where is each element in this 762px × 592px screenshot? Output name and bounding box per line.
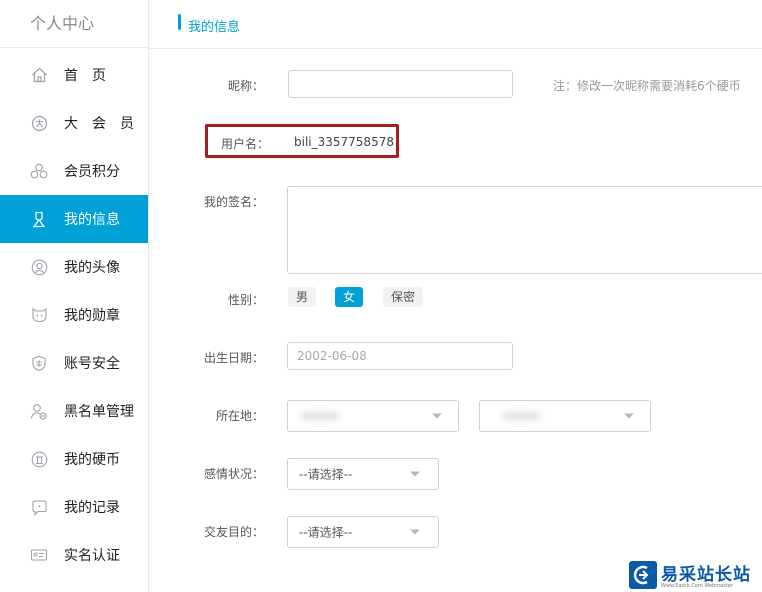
- chevron-down-icon: [624, 413, 634, 419]
- sidebar-item-label: 会员积分: [64, 164, 120, 180]
- blacklist-icon: [30, 402, 48, 420]
- sidebar-item-home[interactable]: 首 页: [0, 51, 148, 99]
- nickname-hint: 注：修改一次昵称需要消耗6个硬币: [553, 79, 741, 93]
- city-value-blurred: [502, 411, 542, 421]
- sidebar-item-vip[interactable]: 大会员: [0, 99, 148, 147]
- signature-label: 我的签名：: [204, 195, 265, 209]
- sidebar-item-points[interactable]: 会员积分: [0, 147, 148, 195]
- sidebar-item-label: 我的信息: [64, 212, 120, 228]
- username-label: 用户名：: [221, 137, 270, 151]
- birthday-value: 2002-06-08: [297, 349, 367, 363]
- sidebar-item-medal[interactable]: 我的勋章: [0, 291, 148, 339]
- sidebar-item-label: 实名认证: [64, 548, 120, 564]
- sidebar-item-realname[interactable]: 实名认证: [0, 531, 148, 579]
- sidebar-item-label: 大会员: [64, 116, 148, 132]
- gender-label: 性别：: [228, 293, 265, 307]
- sidebar-item-avatar[interactable]: 我的头像: [0, 243, 148, 291]
- sidebar-item-label: 账号安全: [64, 356, 120, 372]
- avatar-icon: [30, 258, 48, 276]
- sidebar-item-security[interactable]: 账号安全: [0, 339, 148, 387]
- province-value-blurred: [300, 411, 340, 421]
- birthday-label: 出生日期：: [204, 351, 265, 365]
- sidebar-item-label: 首 页: [64, 68, 106, 84]
- header-accent-bar: [178, 14, 181, 30]
- watermark-subtext: Www.Easck.Com Webmaster: [661, 583, 733, 589]
- record-icon: [30, 498, 48, 516]
- username-highlight: 用户名： bili_3357758578: [205, 124, 399, 158]
- chevron-down-icon: [410, 471, 420, 477]
- nickname-label: 昵称：: [228, 79, 265, 93]
- id-card-icon: [30, 546, 48, 564]
- nickname-input[interactable]: [288, 70, 513, 98]
- sidebar-item-records[interactable]: 我的记录: [0, 483, 148, 531]
- sidebar-item-label: 黑名单管理: [64, 404, 134, 420]
- relationship-label: 感情状况：: [204, 467, 265, 481]
- user-info-icon: [30, 210, 48, 228]
- watermark-logo-icon: [629, 561, 657, 589]
- sidebar-title: 个人中心: [0, 0, 148, 48]
- points-icon: [30, 162, 48, 180]
- purpose-value: --请选择--: [299, 525, 353, 540]
- sidebar: 个人中心 首 页 大会员 会员积分 我的信息 我的头像 我的勋章 账号安全 黑名…: [0, 0, 149, 592]
- page-title: 我的信息: [188, 20, 241, 35]
- coin-icon: [30, 450, 48, 468]
- vip-icon: [30, 114, 48, 132]
- sidebar-item-blacklist[interactable]: 黑名单管理: [0, 387, 148, 435]
- sidebar-item-label: 我的记录: [64, 500, 120, 516]
- sidebar-item-label: 我的头像: [64, 260, 120, 276]
- relationship-value: --请选择--: [299, 467, 353, 482]
- purpose-label: 交友目的：: [204, 525, 265, 539]
- gender-female-button[interactable]: 女: [335, 287, 364, 307]
- birthday-input[interactable]: 2002-06-08: [287, 342, 513, 370]
- province-select[interactable]: [287, 400, 459, 432]
- sidebar-item-coins[interactable]: 我的硬币: [0, 435, 148, 483]
- gender-male-button[interactable]: 男: [288, 287, 317, 307]
- gender-secret-button[interactable]: 保密: [383, 287, 424, 307]
- shield-icon: [30, 354, 48, 372]
- home-icon: [30, 66, 48, 84]
- username-value: bili_3357758578: [294, 135, 394, 149]
- sidebar-item-label: 我的勋章: [64, 308, 120, 324]
- city-select[interactable]: [479, 400, 651, 432]
- sidebar-item-my-info[interactable]: 我的信息: [0, 195, 148, 243]
- location-label: 所在地：: [216, 409, 265, 423]
- purpose-select[interactable]: --请选择--: [287, 516, 439, 548]
- chevron-down-icon: [432, 413, 442, 419]
- medal-icon: [30, 306, 48, 324]
- relationship-select[interactable]: --请选择--: [287, 458, 439, 490]
- chevron-down-icon: [410, 529, 420, 535]
- signature-textarea[interactable]: [287, 186, 762, 274]
- sidebar-item-label: 我的硬币: [64, 452, 120, 468]
- watermark-text: 易采站长站: [661, 565, 751, 585]
- watermark: 易采站长站 Www.Easck.Com Webmaster: [627, 557, 762, 592]
- page-header: 我的信息: [149, 0, 762, 49]
